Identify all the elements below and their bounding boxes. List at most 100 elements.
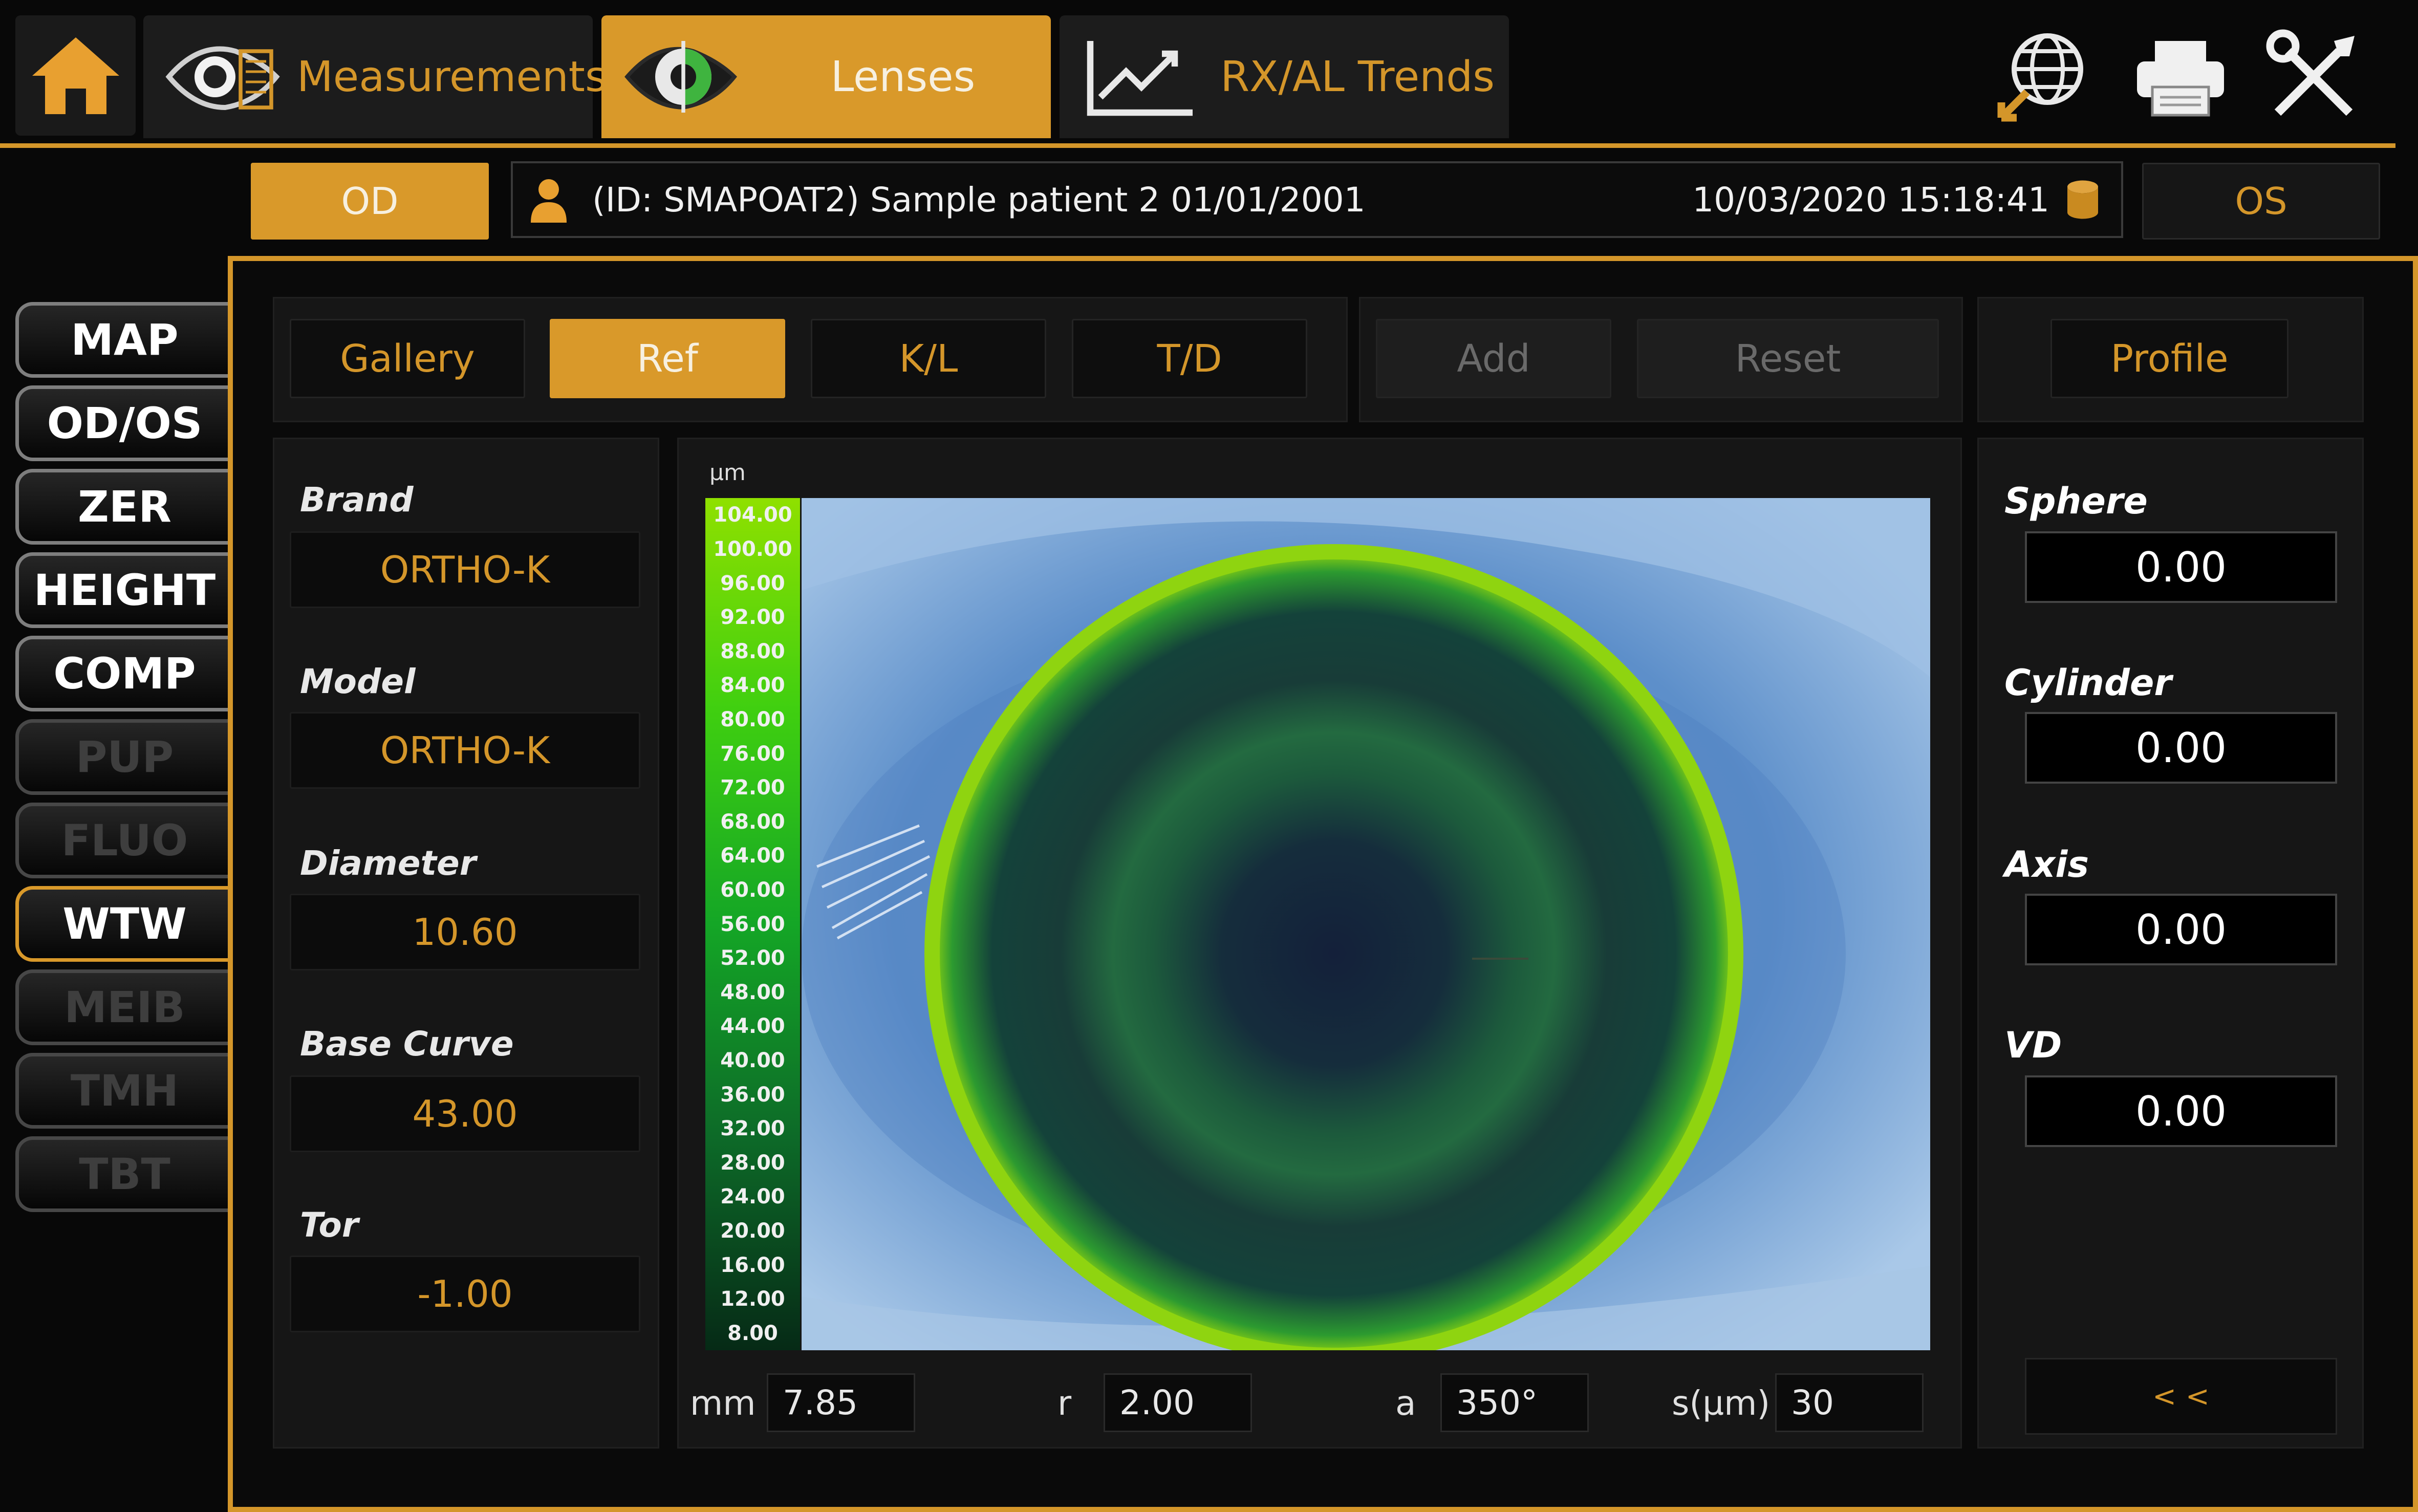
lens-fitting-workspace: Gallery Ref K/L T/D Add Reset Profile Br… (228, 256, 2418, 1512)
vd-label: VD (2004, 1024, 2062, 1066)
nav-map[interactable]: MAP (15, 302, 230, 378)
os-eye-button[interactable]: OS (2142, 163, 2380, 240)
home-icon (32, 37, 119, 114)
scale-tick-label: 104.00 (713, 503, 792, 527)
scale-tick-label: 20.00 (720, 1219, 785, 1243)
printer-icon[interactable] (2129, 26, 2232, 128)
scale-tick-label: 96.00 (720, 571, 785, 595)
scale-unit: µm (709, 460, 746, 486)
a-label: a (1395, 1384, 1416, 1423)
vd-value[interactable]: 0.00 (2025, 1075, 2337, 1147)
top-bar: Measurements Lenses RX/AL Trends (0, 0, 2418, 148)
view-toolbar: Gallery Ref K/L T/D (273, 297, 1348, 422)
model-label: Model (300, 662, 416, 701)
mm-value[interactable]: 7.85 (767, 1373, 915, 1432)
nav-pup: PUP (15, 719, 230, 795)
exam-mode-nav: MAP OD/OS ZER HEIGHT COMP PUP FLUO WTW M… (15, 302, 230, 1220)
map-readouts: mm 7.85 r 2.00 a 350° s(µm) 30 (679, 1368, 1963, 1435)
axis-label: Axis (2004, 844, 2089, 885)
nav-wtw[interactable]: WTW (15, 886, 230, 962)
lens-eye-icon (624, 41, 738, 113)
nav-od-os[interactable]: OD/OS (15, 385, 230, 461)
tools-settings-icon[interactable] (2262, 26, 2365, 128)
brand-value[interactable]: ORTHO-K (290, 531, 640, 608)
top-bar-divider (0, 143, 2395, 148)
profile-button[interactable]: Profile (2050, 319, 2289, 398)
nav-comp[interactable]: COMP (15, 636, 230, 711)
patient-info-bar[interactable]: (ID: SMAPOAT2) Sample patient 2 01/01/20… (511, 161, 2123, 238)
td-button[interactable]: T/D (1072, 319, 1307, 398)
nav-tbt: TBT (15, 1136, 230, 1212)
nav-tmh: TMH (15, 1053, 230, 1129)
fluorescein-map-panel: µm 104.00 100.00 96.00 92.00 88.00 84.00 80.00… (677, 438, 1962, 1449)
scale-tick-label: 84.00 (720, 674, 785, 698)
tab-rx-al-trends-label: RX/AL Trends (1220, 52, 1495, 101)
home-button[interactable] (15, 15, 136, 136)
scale-tick-label: 76.00 (720, 742, 785, 766)
diameter-value[interactable]: 10.60 (290, 894, 640, 970)
refraction-panel: Sphere 0.00 Cylinder 0.00 Axis 0.00 VD 0… (1977, 438, 2364, 1449)
scale-tick-label: 36.00 (720, 1083, 785, 1107)
profile-toolbar: Profile (1977, 297, 2364, 422)
reset-button[interactable]: Reset (1637, 319, 1939, 398)
mm-label: mm (690, 1384, 756, 1423)
eye-measure-icon (165, 46, 280, 111)
patient-icon (531, 179, 567, 223)
tab-lenses[interactable]: Lenses (601, 15, 1051, 138)
scale-tick-label: 8.00 (727, 1321, 778, 1345)
ref-button[interactable]: Ref (550, 319, 785, 398)
collapse-panel-button[interactable]: < < (2025, 1358, 2337, 1435)
tor-value[interactable]: -1.00 (290, 1256, 640, 1332)
model-value[interactable]: ORTHO-K (290, 712, 640, 789)
patient-id-name: (ID: SMAPOAT2) Sample patient 2 01/01/20… (592, 180, 1366, 220)
nav-fluo: FLUO (15, 803, 230, 878)
s-value[interactable]: 30 (1775, 1373, 1924, 1432)
axis-value[interactable]: 0.00 (2025, 894, 2337, 965)
nav-meib: MEIB (15, 969, 230, 1045)
cylinder-value[interactable]: 0.00 (2025, 712, 2337, 784)
diameter-label: Diameter (300, 844, 477, 883)
nav-height[interactable]: HEIGHT (15, 552, 230, 628)
scale-tick-label: 64.00 (720, 844, 785, 868)
tab-measurements-label: Measurements (297, 52, 607, 101)
a-value[interactable]: 350° (1440, 1373, 1589, 1432)
tab-lenses-label: Lenses (830, 52, 976, 101)
scale-tick-label: 60.00 (720, 878, 785, 902)
trend-chart-icon (1087, 41, 1193, 116)
lens-parameters-panel: Brand ORTHO-K Model ORTHO-K Diameter 10.… (273, 438, 659, 1449)
brand-label: Brand (300, 480, 414, 520)
sphere-label: Sphere (2004, 480, 2148, 522)
globe-language-icon[interactable] (1991, 26, 2093, 128)
scale-tick-label: 92.00 (720, 606, 785, 630)
edit-toolbar: Add Reset (1359, 297, 1963, 422)
r-value[interactable]: 2.00 (1104, 1373, 1252, 1432)
scale-tick-label: 88.00 (720, 639, 785, 663)
tab-rx-al-trends[interactable]: RX/AL Trends (1060, 15, 1509, 138)
tor-label: Tor (300, 1205, 359, 1245)
scale-tick-label: 28.00 (720, 1151, 785, 1175)
r-label: r (1057, 1384, 1072, 1423)
base-curve-label: Base Curve (300, 1024, 514, 1064)
scale-tick-label: 16.00 (720, 1253, 785, 1277)
eye-image-with-lens-overlay[interactable] (802, 498, 1930, 1350)
database-icon (2067, 180, 2098, 219)
base-curve-value[interactable]: 43.00 (290, 1075, 640, 1152)
exam-datetime: 10/03/2020 15:18:41 (1692, 180, 2049, 220)
s-label: s(µm) (1672, 1384, 1771, 1423)
scale-tick-label: 40.00 (720, 1048, 785, 1072)
scale-tick-label: 52.00 (720, 946, 785, 970)
scale-tick-label: 32.00 (720, 1117, 785, 1141)
kl-button[interactable]: K/L (811, 319, 1046, 398)
scale-tick-label: 80.00 (720, 707, 785, 731)
add-button[interactable]: Add (1376, 319, 1611, 398)
nav-zer[interactable]: ZER (15, 469, 230, 545)
tab-measurements[interactable]: Measurements (143, 15, 607, 138)
gallery-button[interactable]: Gallery (290, 319, 525, 398)
scale-tick-label: 12.00 (720, 1287, 785, 1311)
scale-tick-label: 100.00 (713, 537, 792, 561)
scale-tick-label: 68.00 (720, 810, 785, 834)
cylinder-label: Cylinder (2004, 662, 2172, 704)
od-eye-button[interactable]: OD (251, 163, 489, 240)
sphere-value[interactable]: 0.00 (2025, 531, 2337, 603)
scale-tick-label: 44.00 (720, 1014, 785, 1039)
